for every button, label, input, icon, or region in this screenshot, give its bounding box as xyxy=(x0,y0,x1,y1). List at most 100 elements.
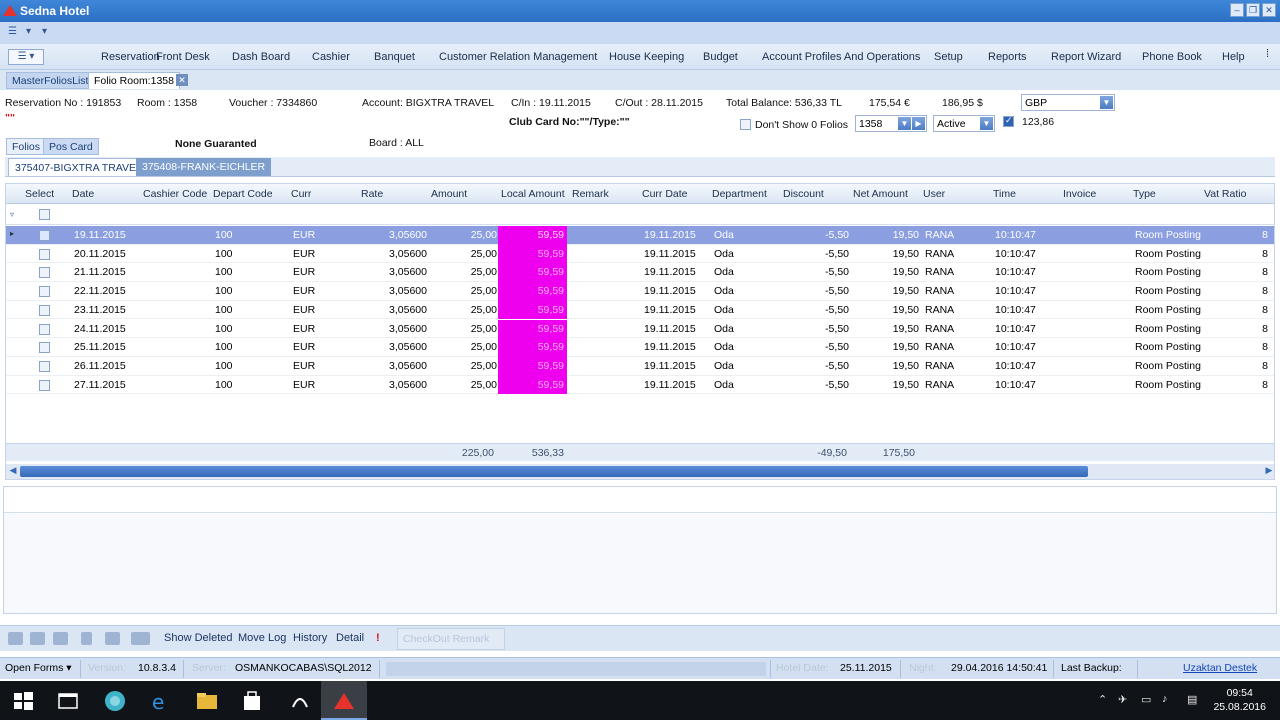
open-forms-button[interactable]: Open Forms ▾ xyxy=(5,662,72,674)
table-row[interactable]: 59,59 24.11.2015 100 EUR 3,05600 25,00 19.11.2… xyxy=(6,319,1274,339)
menu-toggle-button[interactable]: ☰ ▾ xyxy=(8,49,44,65)
menu-reports[interactable]: Reports xyxy=(988,51,1027,63)
tab-master-folios-list[interactable]: MasterFoliosList xyxy=(6,72,95,89)
row-select-checkbox[interactable] xyxy=(39,379,50,391)
menu-phone-book[interactable]: Phone Book xyxy=(1142,51,1202,63)
menu-report-wizard[interactable]: Report Wizard xyxy=(1051,51,1121,63)
menu-dash-board[interactable]: Dash Board xyxy=(232,51,290,63)
restore-button[interactable]: ❐ xyxy=(1246,3,1260,17)
table-row[interactable]: 59,59 27.11.2015 100 EUR 3,05600 25,00 19.11.2… xyxy=(6,375,1274,395)
col-remark[interactable]: Remark xyxy=(572,188,609,200)
table-row[interactable]: 59,59 21.11.2015 100 EUR 3,05600 25,00 19.11.2… xyxy=(6,263,1274,283)
close-button[interactable]: ✕ xyxy=(1262,3,1276,17)
col-curr-date[interactable]: Curr Date xyxy=(642,188,688,200)
table-row[interactable]: 59,59 22.11.2015 100 EUR 3,05600 25,00 19.11.2… xyxy=(6,282,1274,301)
card-icon[interactable] xyxy=(131,632,150,645)
tab-folio-bigxtra[interactable]: 375407-BIGXTRA TRAVEL xyxy=(8,158,149,176)
filter-icon[interactable]: ▿ xyxy=(10,210,14,219)
browser-icon[interactable] xyxy=(103,689,127,713)
table-row[interactable]: ▸ 59,59 19.11.2015 100 EUR 3,05600 25,00 19.11.… xyxy=(6,226,1274,245)
print-preview-icon[interactable] xyxy=(30,632,45,645)
dont-show-zero-checkbox[interactable] xyxy=(740,119,751,130)
col-time[interactable]: Time xyxy=(993,188,1016,200)
col-discount[interactable]: Discount xyxy=(783,188,824,200)
status-select[interactable]: Active ▼ xyxy=(933,115,995,132)
close-tab-icon[interactable]: ✕ xyxy=(176,74,188,86)
volume-icon[interactable]: ♪ xyxy=(1162,693,1168,705)
menu-overflow-icon[interactable]: ⁞ xyxy=(1266,48,1269,60)
notifications-icon[interactable]: ▤ xyxy=(1187,693,1197,706)
row-select-checkbox[interactable] xyxy=(39,360,50,372)
row-select-checkbox[interactable] xyxy=(39,286,50,298)
row-select-checkbox[interactable] xyxy=(39,323,50,335)
col-amount[interactable]: Amount xyxy=(431,188,467,200)
move-log-button[interactable]: Move Log xyxy=(238,632,286,644)
table-row[interactable]: 59,59 26.11.2015 100 EUR 3,05600 25,00 19.11.2… xyxy=(6,356,1274,376)
row-select-checkbox[interactable] xyxy=(39,230,50,241)
tab-folios[interactable]: Folios xyxy=(6,138,47,155)
checkout-remark-button[interactable]: CheckOut Remark xyxy=(397,628,505,650)
edge-icon[interactable]: e xyxy=(149,689,173,713)
row-select-checkbox[interactable] xyxy=(39,267,50,279)
row-select-checkbox[interactable] xyxy=(39,342,50,354)
chevron-right-icon[interactable]: ▶ xyxy=(912,117,925,130)
row-select-checkbox[interactable] xyxy=(39,248,50,260)
gbp-checkbox[interactable] xyxy=(1003,115,1014,127)
tray-expand-icon[interactable]: ⌃ xyxy=(1098,693,1107,706)
scroll-left-icon[interactable]: ◀ xyxy=(7,465,19,478)
menu-setup[interactable]: Setup xyxy=(934,51,963,63)
menu-account-profiles[interactable]: Account Profiles And Operations xyxy=(762,51,920,63)
col-vat-ratio[interactable]: Vat Ratio xyxy=(1204,188,1246,200)
app-icon[interactable] xyxy=(288,689,312,713)
select-all-checkbox[interactable] xyxy=(39,209,50,220)
col-type[interactable]: Type xyxy=(1133,188,1156,200)
menu-house-keeping[interactable]: House Keeping xyxy=(609,51,684,63)
col-cashier-code[interactable]: Cashier Code xyxy=(143,188,207,200)
col-net-amount[interactable]: Net Amount xyxy=(853,188,908,200)
show-deleted-button[interactable]: Show Deleted xyxy=(164,632,233,644)
alert-icon[interactable]: ! xyxy=(376,632,380,644)
room-select[interactable]: 1358 ▼ ▶ xyxy=(855,115,927,132)
detail-button[interactable]: Detail xyxy=(336,632,364,644)
col-rate[interactable]: Rate xyxy=(361,188,383,200)
horizontal-scrollbar[interactable]: ◀ ▶ xyxy=(6,464,1274,479)
table-row[interactable]: 59,59 20.11.2015 100 EUR 3,05600 25,00 19.11.2… xyxy=(6,244,1274,264)
col-department[interactable]: Department xyxy=(712,188,767,200)
col-user[interactable]: User xyxy=(923,188,945,200)
menu-help[interactable]: Help xyxy=(1222,51,1245,63)
col-local-amount[interactable]: Local Amount xyxy=(501,188,565,200)
system-clock[interactable]: 09:54 25.08.2016 xyxy=(1213,686,1266,714)
print-icon[interactable] xyxy=(8,632,23,645)
minimize-button[interactable]: – xyxy=(1230,3,1244,17)
table-row[interactable]: 59,59 25.11.2015 100 EUR 3,05600 25,00 19.11.2… xyxy=(6,338,1274,357)
document-icon[interactable] xyxy=(81,632,92,645)
menu-cashier[interactable]: Cashier xyxy=(312,51,350,63)
tab-folio-room[interactable]: Folio Room:1358 xyxy=(88,72,180,89)
col-curr[interactable]: Curr xyxy=(291,188,311,200)
windows-start-icon[interactable] xyxy=(11,689,35,713)
history-button[interactable]: History xyxy=(293,632,327,644)
qat-expand-icon[interactable]: ▾ xyxy=(42,26,47,37)
tab-folio-frank-eichler[interactable]: 375408-FRANK-EICHLER xyxy=(136,158,272,176)
store-icon[interactable] xyxy=(240,689,264,713)
tab-pos-card[interactable]: Pos Card xyxy=(43,138,99,155)
scrollbar-thumb[interactable] xyxy=(20,466,1088,477)
currency-select[interactable]: GBP ▼ xyxy=(1021,94,1115,111)
qat-dropdown-icon[interactable]: ▾ xyxy=(26,26,31,37)
battery-icon[interactable]: ▭ xyxy=(1141,693,1151,706)
col-depart-code[interactable]: Depart Code xyxy=(213,188,273,200)
scroll-right-icon[interactable]: ▶ xyxy=(1263,465,1274,478)
export-icon[interactable] xyxy=(53,632,68,645)
menu-reservation[interactable]: Reservation xyxy=(101,51,160,63)
qat-menu-icon[interactable]: ☰ xyxy=(8,26,17,37)
file-explorer-icon[interactable] xyxy=(195,689,219,713)
transfer-icon[interactable] xyxy=(105,632,120,645)
menu-banquet[interactable]: Banquet xyxy=(374,51,415,63)
menu-budget[interactable]: Budget xyxy=(703,51,738,63)
active-app-highlight[interactable] xyxy=(321,681,367,720)
remote-support-link[interactable]: Uzaktan Destek xyxy=(1183,662,1257,674)
col-invoice[interactable]: Invoice xyxy=(1063,188,1096,200)
network-icon[interactable]: ✈ xyxy=(1118,693,1127,706)
row-select-checkbox[interactable] xyxy=(39,304,50,316)
col-select[interactable]: Select xyxy=(25,188,54,200)
